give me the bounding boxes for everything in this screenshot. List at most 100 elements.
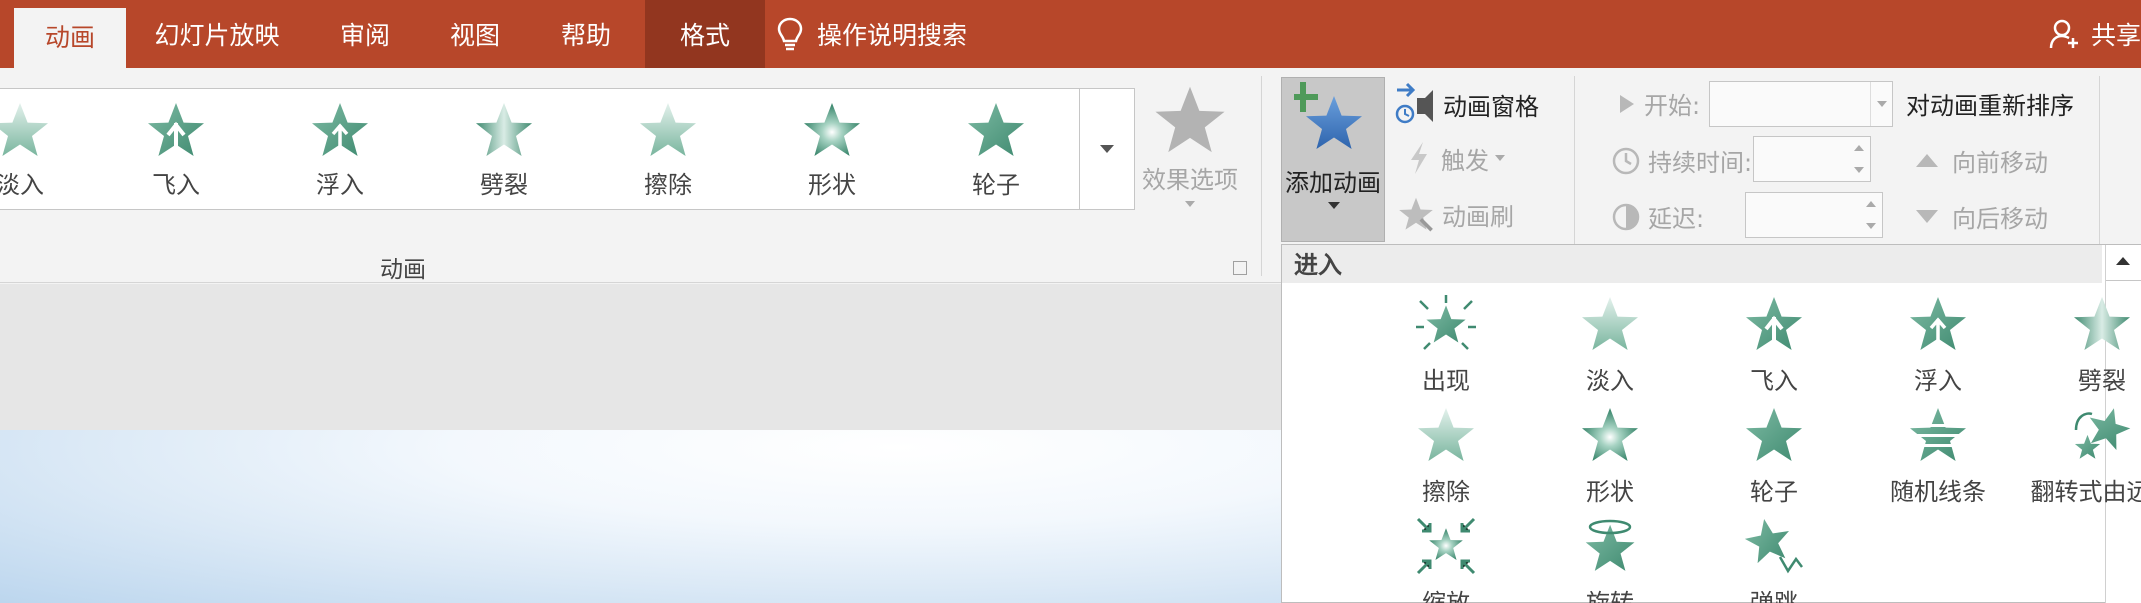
gallery-item-label: 轮子 <box>972 171 1020 199</box>
chevron-down-icon <box>1870 82 1892 126</box>
spin-up-icon <box>1854 145 1864 151</box>
add-animation-button[interactable]: 添加动画 <box>1281 77 1385 242</box>
group-separator <box>2099 76 2100 246</box>
workspace-background <box>0 284 1282 430</box>
start-label-row: 开始: <box>1618 86 1700 121</box>
split-star-icon <box>2074 297 2130 350</box>
chevron-down-icon <box>1495 155 1505 161</box>
panel-item-swivel[interactable]: 旋转 <box>1530 517 1690 603</box>
gallery-item-label: 擦除 <box>644 171 692 199</box>
lightbulb-icon <box>777 17 803 51</box>
tab-format[interactable]: 格式 <box>645 0 765 68</box>
chevron-down-icon <box>1185 201 1195 207</box>
add-animation-label: 添加动画 <box>1285 169 1381 197</box>
panel-item-wipe[interactable]: 擦除 <box>1366 406 1526 516</box>
effect-options-label: 效果选项 <box>1142 166 1238 194</box>
panel-item-fly-in[interactable]: 飞入 <box>1694 295 1854 405</box>
tab-view[interactable]: 视图 <box>430 0 520 68</box>
panel-item-shape[interactable]: 形状 <box>1530 406 1690 516</box>
gallery-item-float-in[interactable]: 浮入 <box>280 89 400 211</box>
tell-me-label: 操作说明搜索 <box>817 21 968 50</box>
panel-item-random-bars[interactable]: 随机线条 <box>1858 406 2018 516</box>
panel-item-split[interactable]: 劈裂 <box>2022 295 2141 405</box>
wipe-star-icon <box>640 103 696 156</box>
duration-label: 持续时间: <box>1648 149 1753 177</box>
fly-in-star-icon <box>1746 297 1802 350</box>
panel-item-label: 出现 <box>1422 367 1470 395</box>
panel-item-label: 飞入 <box>1750 367 1798 395</box>
shape-star-icon <box>1582 408 1638 461</box>
add-animation-star-icon <box>1294 82 1362 149</box>
random-bars-star-icon <box>1908 408 1968 461</box>
duration-label-row: 持续时间: <box>1612 143 1752 178</box>
scroll-up-button[interactable] <box>2106 245 2141 281</box>
tab-review[interactable]: 审阅 <box>320 0 410 68</box>
animation-pane-label: 动画窗格 <box>1443 92 1539 121</box>
gallery-item-wipe[interactable]: 擦除 <box>608 89 728 211</box>
gallery-item-split[interactable]: 劈裂 <box>444 89 564 211</box>
lightning-icon <box>1411 142 1427 174</box>
panel-item-label: 劈裂 <box>2078 367 2126 395</box>
animation-dropdown-panel: 进入 出现 淡入 飞入 浮入 劈裂 擦除 形状 轮子 随机线条 翻转式由远 缩放… <box>1281 244 2141 603</box>
slide-canvas[interactable] <box>0 430 1282 603</box>
panel-item-label: 淡入 <box>1586 367 1634 395</box>
share-label: 共享 <box>2090 21 2141 50</box>
panel-item-label: 轮子 <box>1750 478 1798 506</box>
fade-star-icon <box>1582 297 1638 350</box>
fade-star-icon <box>0 103 48 156</box>
ribbon-tab-bar: 动画 幻灯片放映 审阅 视图 帮助 格式 操作说明搜索 共享 <box>0 0 2141 68</box>
panel-item-appear[interactable]: 出现 <box>1366 295 1526 405</box>
panel-item-float-in[interactable]: 浮入 <box>1858 295 2018 405</box>
tab-help[interactable]: 帮助 <box>541 0 631 68</box>
move-later-label: 向后移动 <box>1952 205 2048 233</box>
swivel-star-icon <box>1585 519 1635 571</box>
tab-animations[interactable]: 动画 <box>14 8 126 68</box>
move-earlier-label: 向前移动 <box>1952 149 2048 177</box>
gallery-item-label: 浮入 <box>316 171 364 199</box>
float-in-star-icon <box>312 103 368 156</box>
appear-star-icon <box>1416 295 1476 350</box>
gallery-item-fade[interactable]: 淡入 <box>0 89 80 211</box>
panel-item-zoom[interactable]: 缩放 <box>1366 517 1526 603</box>
chevron-up-icon <box>2116 257 2130 265</box>
tell-me-search[interactable]: 操作说明搜索 <box>777 0 967 68</box>
panel-item-wheel[interactable]: 轮子 <box>1694 406 1854 516</box>
trigger-button[interactable]: 触发 <box>1405 140 1505 176</box>
gallery-item-wheel[interactable]: 轮子 <box>936 89 1056 211</box>
animation-painter-icon <box>1399 197 1433 232</box>
person-add-icon <box>2049 19 2078 49</box>
delay-clock-icon <box>1612 203 1640 230</box>
gallery-more-button[interactable] <box>1079 88 1135 210</box>
panel-item-label: 随机线条 <box>1890 478 1986 506</box>
animation-pane-button[interactable]: 动画窗格 <box>1395 82 1539 126</box>
animation-painter-label: 动画刷 <box>1442 202 1514 231</box>
gallery-item-shape[interactable]: 形状 <box>772 89 892 211</box>
bounce-star-icon <box>1744 517 1803 574</box>
animation-painter-button[interactable]: 动画刷 <box>1398 196 1514 232</box>
wheel-star-icon <box>1746 408 1802 461</box>
start-select[interactable] <box>1709 81 1893 127</box>
panel-item-bounce[interactable]: 弹跳 <box>1694 517 1854 603</box>
panel-item-fade[interactable]: 淡入 <box>1530 295 1690 405</box>
panel-item-grow-turn[interactable]: 翻转式由远... <box>2022 406 2141 516</box>
panel-item-label: 缩放 <box>1422 589 1470 603</box>
effect-options-button[interactable]: 效果选项 <box>1140 82 1240 212</box>
zoom-star-icon <box>1416 517 1476 575</box>
group-separator <box>1261 76 1262 276</box>
group-label-animation: 动画 <box>380 257 426 283</box>
share-button[interactable]: 共享 <box>2049 0 2141 68</box>
gallery-item-label: 淡入 <box>0 171 44 199</box>
move-earlier-button[interactable]: 向前移动 <box>1916 143 2048 178</box>
panel-item-label: 弹跳 <box>1750 589 1798 603</box>
tab-slide-show[interactable]: 幻灯片放映 <box>146 0 288 68</box>
wipe-star-icon <box>1418 408 1474 461</box>
gallery-item-fly-in[interactable]: 飞入 <box>116 89 236 211</box>
group-separator <box>1574 76 1575 246</box>
delay-spinner[interactable] <box>1745 192 1883 238</box>
panel-item-label: 形状 <box>1586 478 1634 506</box>
dialog-launcher-icon[interactable] <box>1233 261 1247 275</box>
spin-up-icon <box>1866 201 1876 207</box>
duration-spinner[interactable] <box>1753 136 1871 182</box>
split-star-icon <box>476 103 532 156</box>
move-later-button[interactable]: 向后移动 <box>1916 199 2048 234</box>
